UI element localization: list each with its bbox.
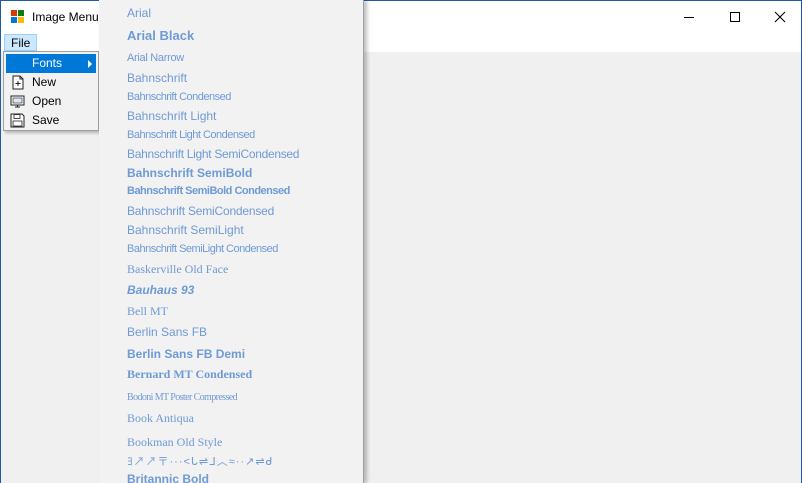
close-button[interactable] [757, 1, 802, 33]
floppy-disk-icon [10, 113, 25, 128]
font-item-bauhaus-93[interactable]: Bauhaus 93 [127, 283, 194, 297]
menu-item-label: New [32, 75, 57, 89]
menu-item-open[interactable]: Open [6, 92, 96, 111]
maximize-icon [730, 12, 740, 22]
file-menu[interactable]: File [4, 34, 38, 51]
font-item-bahnschrift-condensed[interactable]: Bahnschrift Condensed [127, 91, 231, 103]
fonts-submenu: Arial Arial Black Arial Narrow Bahnschri… [99, 0, 364, 483]
font-item-book-antiqua[interactable]: Book Antiqua [127, 411, 194, 426]
menu-item-label: Save [32, 113, 60, 127]
menu-item-label: Fonts [32, 56, 63, 70]
font-item-britannic-bold[interactable]: Britannic Bold [127, 472, 209, 483]
font-item-bahnschrift-semilight-condensed[interactable]: Bahnschrift SemiLight Condensed [127, 243, 278, 255]
font-item-berlin-sans-fb[interactable]: Berlin Sans FB [127, 325, 207, 339]
menu-item-new[interactable]: New [6, 73, 96, 92]
font-item-arial-black[interactable]: Arial Black [127, 28, 194, 43]
window-title: Image Menu [32, 10, 99, 24]
font-item-bahnschrift-semicondensed[interactable]: Bahnschrift SemiCondensed [127, 204, 274, 218]
font-item-bahnschrift-light-condensed[interactable]: Bahnschrift Light Condensed [127, 129, 255, 141]
app-icon [11, 10, 25, 24]
menu-item-fonts[interactable]: Fonts [6, 54, 96, 73]
font-item-bahnschrift-light-semicondensed[interactable]: Bahnschrift Light SemiCondensed [127, 147, 299, 161]
menu-item-save[interactable]: Save [6, 111, 96, 130]
font-item-symbol-font[interactable]: ﾖ↗↗〒···<ᒐ⇌ᒧ︿≈··↗⇌ᑯ [127, 453, 273, 469]
font-item-arial[interactable]: Arial [127, 6, 151, 20]
close-icon [774, 11, 786, 23]
font-item-bodoni-mt-poster-compressed[interactable]: Bodoni MT Poster Compressed [127, 392, 238, 403]
minimize-icon [684, 17, 694, 18]
open-monitor-icon [10, 95, 25, 108]
font-item-arial-narrow[interactable]: Arial Narrow [127, 52, 184, 64]
font-item-bell-mt[interactable]: Bell MT [127, 304, 168, 319]
font-item-bookman-old-style[interactable]: Bookman Old Style [127, 435, 222, 450]
font-item-bahnschrift-semilight[interactable]: Bahnschrift SemiLight [127, 223, 244, 237]
font-item-bernard-mt-condensed[interactable]: Bernard MT Condensed [127, 367, 252, 382]
maximize-button[interactable] [712, 1, 758, 33]
font-item-berlin-sans-fb-demi[interactable]: Berlin Sans FB Demi [127, 347, 245, 361]
font-item-bahnschrift-light[interactable]: Bahnschrift Light [127, 109, 216, 123]
font-item-bahnschrift-semibold[interactable]: Bahnschrift SemiBold [127, 166, 252, 180]
file-dropdown: Fonts New Open Save [3, 51, 99, 131]
minimize-button[interactable] [666, 1, 712, 33]
font-item-bahnschrift[interactable]: Bahnschrift [127, 71, 187, 85]
font-item-baskerville-old-face[interactable]: Baskerville Old Face [127, 262, 228, 277]
new-document-icon [12, 75, 24, 90]
font-item-bahnschrift-semibold-condensed[interactable]: Bahnschrift SemiBold Condensed [127, 185, 290, 197]
menu-item-label: Open [32, 94, 62, 108]
submenu-arrow-icon [88, 60, 92, 68]
